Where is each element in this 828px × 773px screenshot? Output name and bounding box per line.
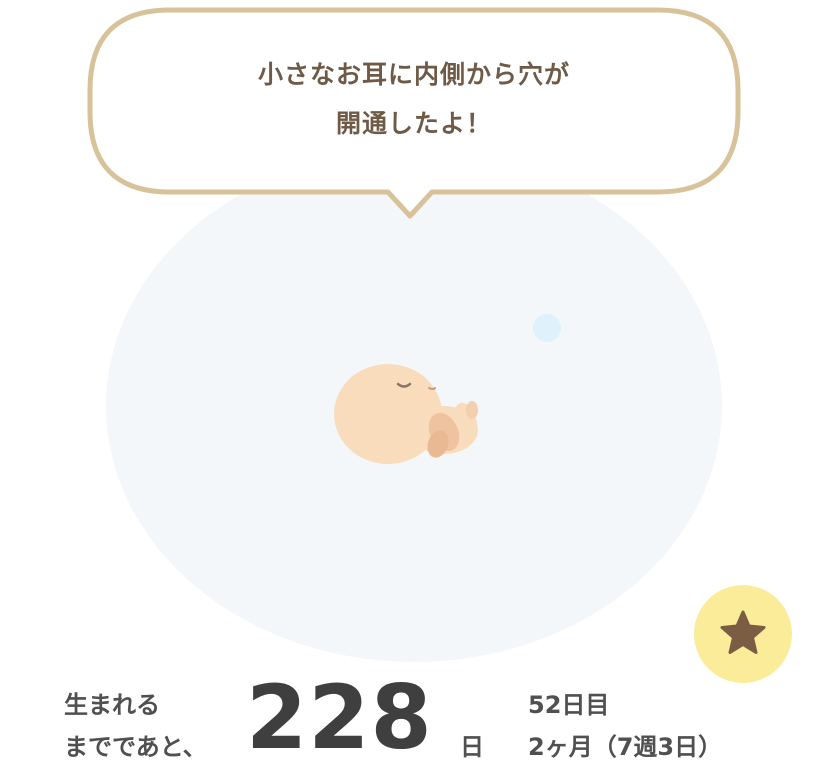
star-icon [720, 610, 766, 654]
fetus-illustration [334, 364, 478, 464]
label-line-1: 生まれる [64, 691, 160, 719]
speech-line-1: 小さなお耳に内側から穴が [257, 60, 570, 89]
label-line-2: までであと、 [64, 733, 207, 761]
month-week-count: 2ヶ月（7週3日） [528, 733, 723, 761]
days-remaining-number: 228 [246, 666, 433, 769]
bubble-droplet [533, 314, 561, 342]
days-until-birth-label: 生まれる までであと、 [64, 684, 207, 768]
days-unit-label: 日 [460, 733, 484, 761]
baby-growth-screen: 小さなお耳に内側から穴が 開通したよ！ 生まれる までであと、 228 日 52… [0, 0, 828, 773]
speech-line-2: 開通したよ！ [335, 109, 492, 138]
day-count: 52日目 [528, 691, 610, 719]
favorite-button[interactable] [694, 585, 792, 683]
speech-bubble-text: 小さなお耳に内側から穴が 開通したよ！ [96, 50, 732, 148]
pregnancy-progress: 52日目 2ヶ月（7週3日） [528, 684, 722, 768]
